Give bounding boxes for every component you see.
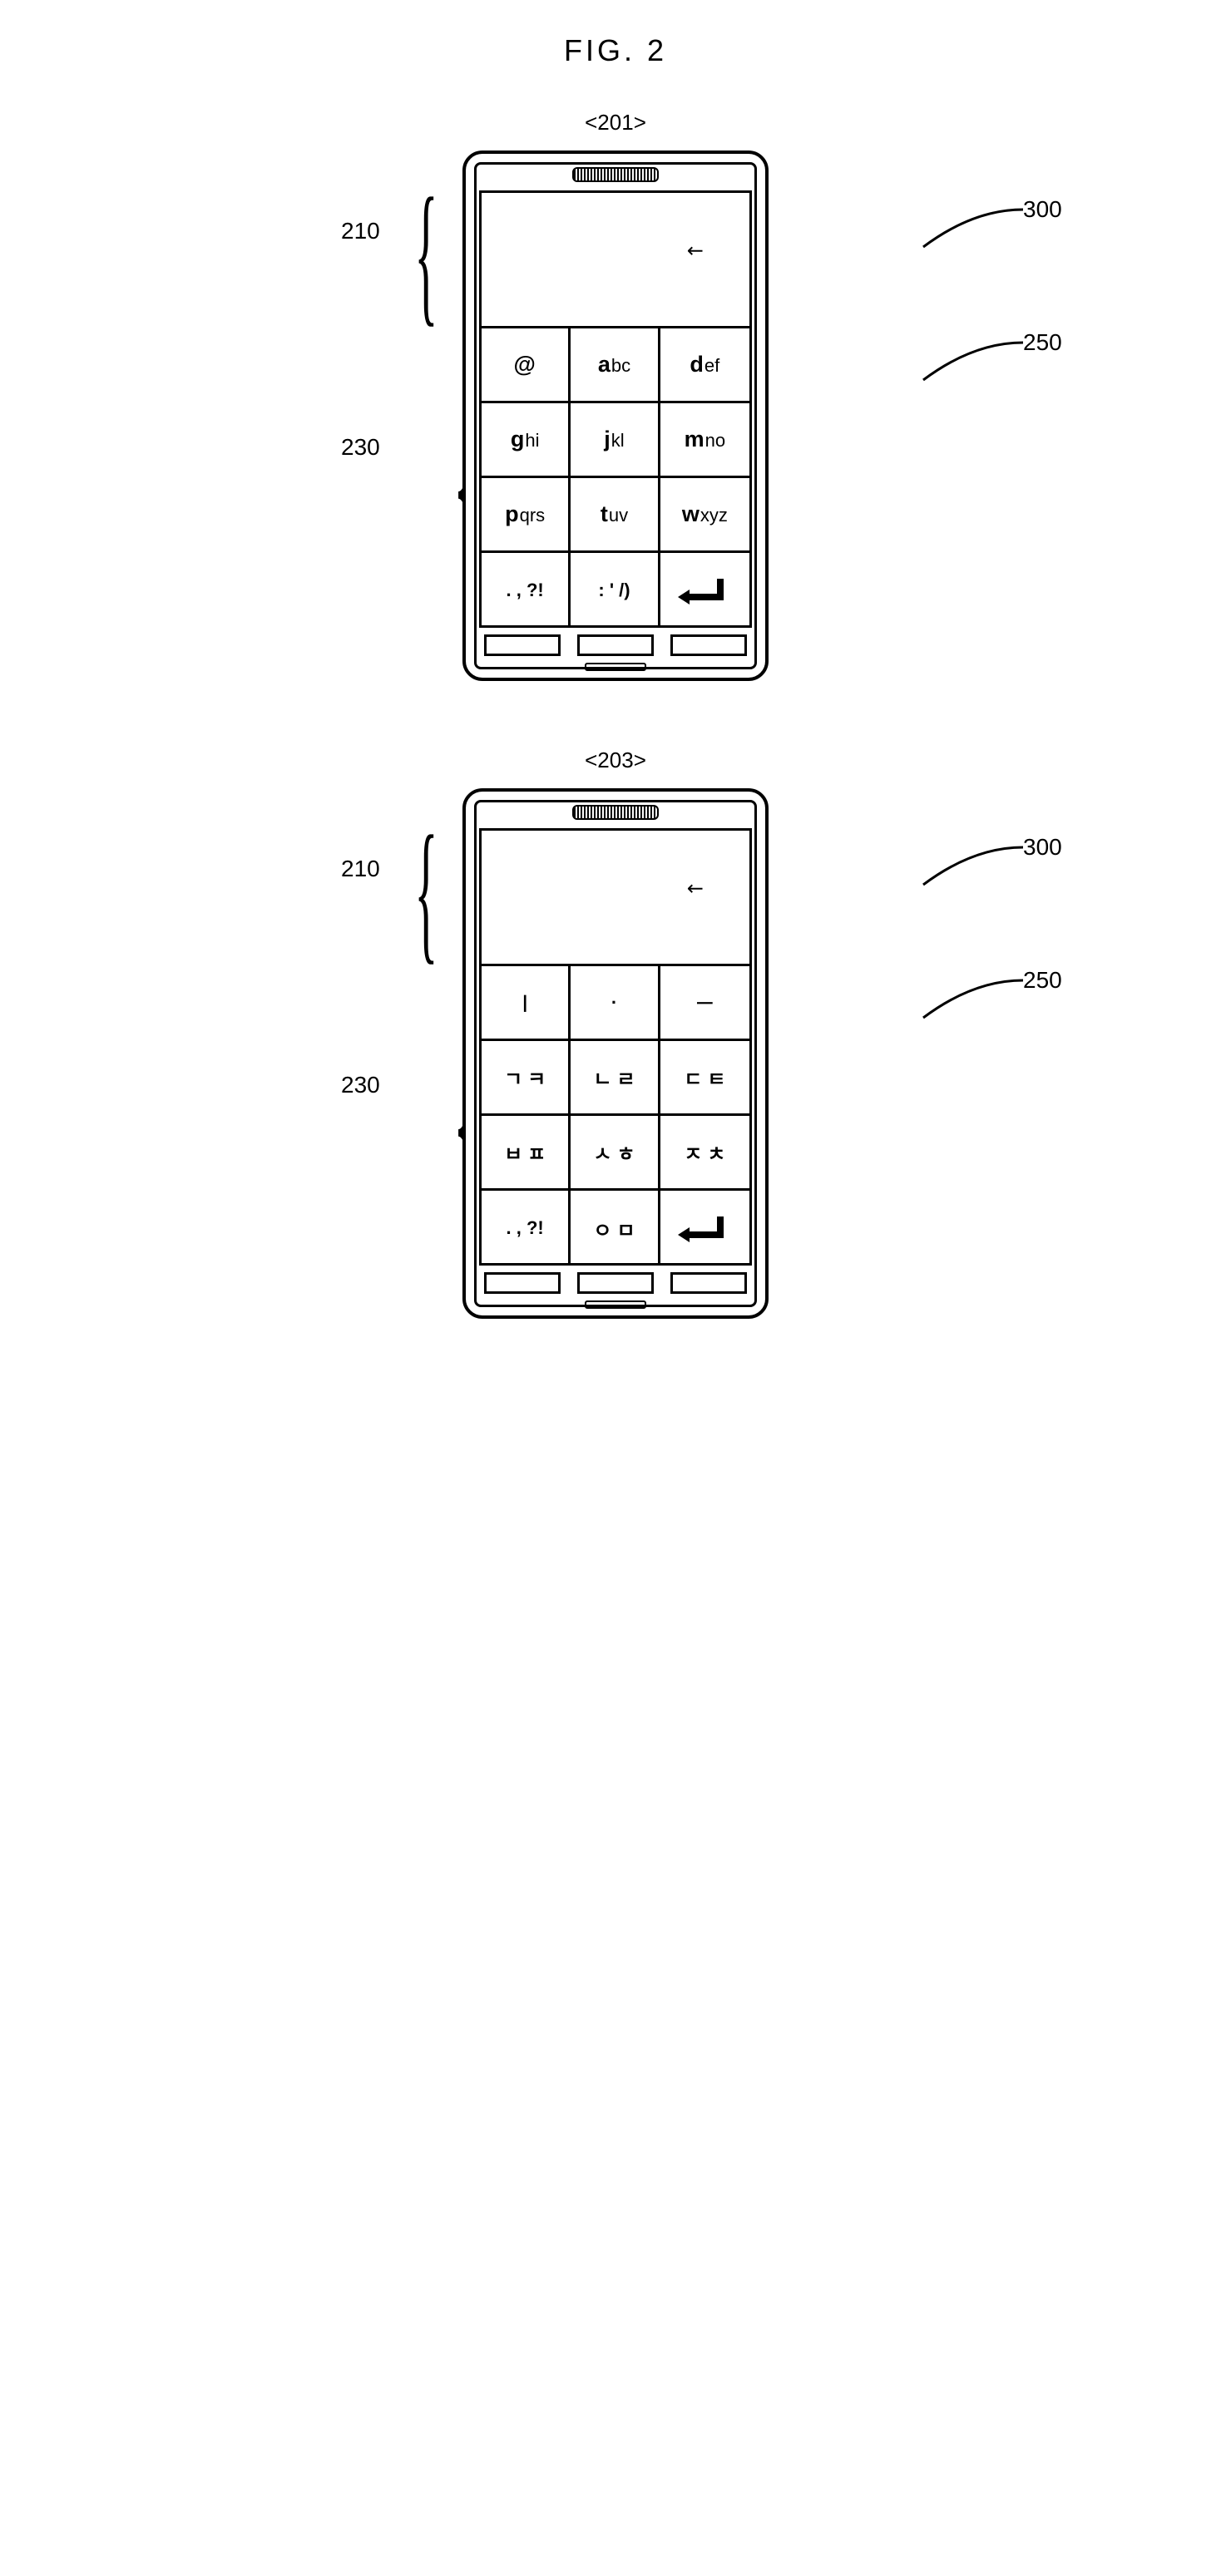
keypad-key-6[interactable]: mno <box>660 403 749 478</box>
screen: ↙ ㅣ·ㅡㄱㅋㄴㄹㄷㅌㅂㅍㅅㅎㅈㅊ . , ?!ㅇㅁ <box>479 828 752 1266</box>
softkey-right[interactable] <box>670 634 747 656</box>
keypad-key-10[interactable]: . , ?! <box>482 553 571 628</box>
keypad-key-1[interactable]: @ <box>482 328 571 403</box>
label-display-zone: 210 <box>341 218 380 244</box>
keypad-key-2[interactable]: abc <box>571 328 660 403</box>
keypad-key-8[interactable]: ㅅㅎ <box>571 1116 660 1191</box>
keypad-key-11[interactable]: : ' /) <box>571 553 660 628</box>
keypad-key-5[interactable]: ㄴㄹ <box>571 1041 660 1116</box>
softkey-row <box>484 634 747 656</box>
keypad-key-8[interactable]: tuv <box>571 478 660 553</box>
softkey-row <box>484 1272 747 1294</box>
arrow-icon: ↙ <box>681 236 710 265</box>
panel-title: <201> <box>308 110 923 136</box>
keypad-key-1[interactable]: ㅣ <box>482 966 571 1041</box>
keypad-key-9[interactable]: wxyz <box>660 478 749 553</box>
panel-title: <203> <box>308 748 923 773</box>
device-outline: ↙ ㅣ·ㅡㄱㅋㄴㄹㄷㅌㅂㅍㅅㅎㅈㅊ . , ?!ㅇㅁ <box>462 788 769 1319</box>
home-indicator <box>585 663 646 671</box>
keypad-key-9[interactable]: ㅈㅊ <box>660 1116 749 1191</box>
keypad-key-2[interactable]: · <box>571 966 660 1041</box>
keypad-key-4[interactable]: ghi <box>482 403 571 478</box>
brace-display-zone: { <box>414 812 438 932</box>
keypad-key-7[interactable]: pqrs <box>482 478 571 553</box>
keypad-key-3[interactable]: ㅡ <box>660 966 749 1041</box>
display-zone: ↙ <box>482 193 749 328</box>
panel-201: <201>{{210230 ↙ @abcdefghijklmnopqrstuvw… <box>308 110 923 681</box>
device-outline: ↙ @abcdef ghijklmno pqrstuvwxyz . , ?!: ' /… <box>462 151 769 681</box>
earpiece-icon <box>572 167 659 182</box>
keypad-key-12[interactable] <box>660 553 749 628</box>
enter-icon <box>686 1216 724 1240</box>
keypad-key-10[interactable]: . , ?! <box>482 1191 571 1266</box>
earpiece-icon <box>572 805 659 820</box>
keypad-key-6[interactable]: ㄷㅌ <box>660 1041 749 1116</box>
display-zone: ↙ <box>482 831 749 966</box>
keypad-key-3[interactable]: def <box>660 328 749 403</box>
softkey-center[interactable] <box>577 634 654 656</box>
keypad-grid: ㅣ·ㅡㄱㅋㄴㄹㄷㅌㅂㅍㅅㅎㅈㅊ . , ?!ㅇㅁ <box>482 966 749 1266</box>
figure-title: FIG. 2 <box>564 33 667 68</box>
label-display-zone: 210 <box>341 856 380 882</box>
enter-icon <box>686 579 724 602</box>
panel-203: <203>{{210230 ↙ ㅣ·ㅡㄱㅋㄴㄹㄷㅌㅂㅍㅅㅎㅈㅊ. , ?!ㅇㅁ … <box>308 748 923 1319</box>
label-input-zone: 230 <box>341 434 380 461</box>
keypad-key-12[interactable] <box>660 1191 749 1266</box>
brace-display-zone: { <box>414 175 438 294</box>
softkey-left[interactable] <box>484 1272 561 1294</box>
keypad-key-4[interactable]: ㄱㅋ <box>482 1041 571 1116</box>
label-input-zone: 230 <box>341 1072 380 1098</box>
softkey-left[interactable] <box>484 634 561 656</box>
arrow-icon: ↙ <box>681 874 710 903</box>
keypad-key-5[interactable]: jkl <box>571 403 660 478</box>
softkey-center[interactable] <box>577 1272 654 1294</box>
keypad-key-7[interactable]: ㅂㅍ <box>482 1116 571 1191</box>
keypad-grid: @abcdef ghijklmno pqrstuvwxyz . , ?!: ' /) <box>482 328 749 628</box>
keypad-key-11[interactable]: ㅇㅁ <box>571 1191 660 1266</box>
screen: ↙ @abcdef ghijklmno pqrstuvwxyz . , ?!: ' /… <box>479 190 752 628</box>
softkey-right[interactable] <box>670 1272 747 1294</box>
home-indicator <box>585 1300 646 1309</box>
